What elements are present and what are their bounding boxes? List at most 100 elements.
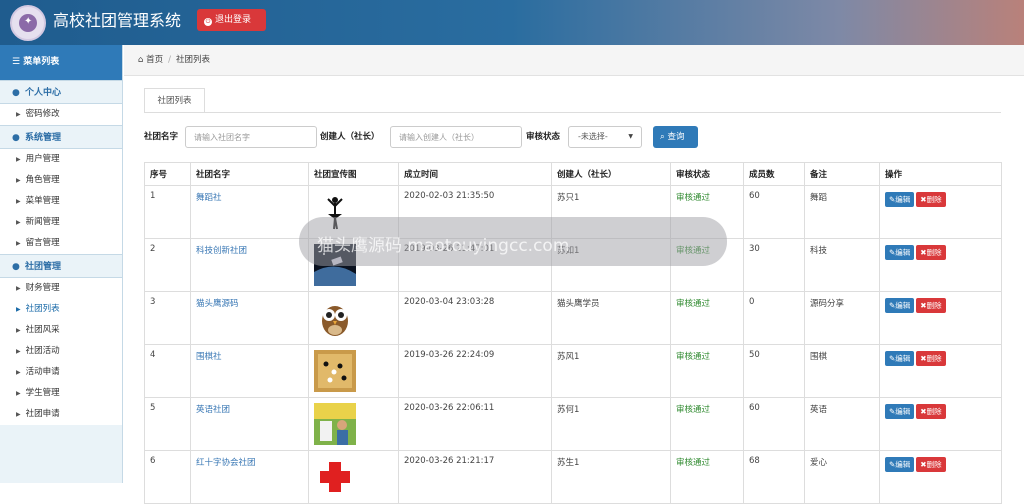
menu-group-0[interactable]: ● 个人中心: [0, 80, 122, 104]
remark: 爱心: [804, 450, 880, 504]
edit-label: 编辑: [895, 301, 911, 310]
row-number: 1: [144, 185, 191, 239]
list-icon: ☰: [12, 57, 21, 67]
delete-button[interactable]: ✖删除: [916, 351, 946, 366]
member-count: 30: [743, 238, 805, 292]
edit-label: 编辑: [895, 460, 911, 469]
menu-groups: ● 个人中心 ▶ 密码修改 ● 系统管理 ▶ 用户管理 ▶ 角色管理 ▶ 菜单管理 ▶ 新闻管理 ▶ 留言管理…: [0, 80, 122, 425]
power-icon: ⏻: [204, 18, 212, 26]
member-count: 0: [743, 291, 805, 345]
club-name-input[interactable]: [185, 126, 317, 148]
review-status: 审核通过: [670, 344, 744, 398]
club-poster-cell: [308, 344, 399, 398]
sidebar-item[interactable]: ▶ 社团列表: [0, 299, 122, 320]
sidebar-item[interactable]: ▶ 留言管理: [0, 233, 122, 254]
caret-right-icon: ▶: [16, 285, 21, 292]
sidebar-item[interactable]: ▶ 新闻管理: [0, 212, 122, 233]
club-name-link[interactable]: 红十字协会社团: [190, 450, 309, 504]
caret-right-icon: ▶: [16, 156, 21, 163]
club-poster-image: [314, 350, 356, 392]
breadcrumb-current: 社团列表: [176, 55, 211, 65]
sidebar-item[interactable]: ▶ 活动申请: [0, 362, 122, 383]
delete-label: 删除: [926, 301, 942, 310]
row-number: 4: [144, 344, 191, 398]
edit-button[interactable]: ✎编辑: [885, 298, 915, 313]
caret-right-icon: ▶: [16, 177, 21, 184]
club-poster-image: [314, 297, 356, 339]
user-icon: ●: [12, 88, 20, 98]
home-icon: ⌂: [138, 55, 144, 65]
sidebar-item[interactable]: ▶ 社团风采: [0, 320, 122, 341]
column-header: 成员数: [743, 162, 805, 186]
delete-button[interactable]: ✖删除: [916, 245, 946, 260]
founded-date: 2020-03-26 22:06:11: [398, 397, 552, 451]
club-name-link[interactable]: 英语社团: [190, 397, 309, 451]
remark: 源码分享: [804, 291, 880, 345]
sidebar-item[interactable]: ▶ 社团申请: [0, 404, 122, 425]
caret-right-icon: ▶: [16, 111, 21, 118]
menu-group-label: 系统管理: [25, 133, 62, 143]
breadcrumb: ⌂ 首页 / 社团列表: [124, 45, 1024, 76]
search-bar: 社团名字 创建人（社长） 审核状态 -未选择- ▼ ⌕ 查询: [144, 126, 1004, 148]
actions-cell: ✎编辑 ✖删除: [879, 397, 1002, 451]
main-content: ⌂ 首页 / 社团列表 社团列表 社团名字 创建人（社长） 审核状态 -未选择- ▼ …: [124, 45, 1024, 504]
status-select-value: -未选择-: [578, 132, 608, 141]
table-row: 6 红十字协会社团 2020-03-26 21:21:17 苏生1 审核通过 68 爱心 ✎编…: [144, 450, 1002, 504]
menu-group-label: 个人中心: [25, 88, 62, 98]
delete-button[interactable]: ✖删除: [916, 192, 946, 207]
founded-date: 2019-03-26 22:24:09: [398, 344, 552, 398]
creator-name: 猫头鹰学员: [551, 291, 671, 345]
club-name-link[interactable]: 围棋社: [190, 344, 309, 398]
sidebar-item-label: 留言管理: [25, 238, 60, 248]
table-header-row: 序号 社团名字 社团宣传图 成立时间 创建人（社长） 审核状态 成员数 备注 操作: [144, 162, 1002, 186]
club-poster-image: [314, 403, 356, 445]
menu-group-1[interactable]: ● 系统管理: [0, 125, 122, 149]
delete-button[interactable]: ✖删除: [916, 457, 946, 472]
edit-label: 编辑: [895, 195, 911, 204]
edit-button[interactable]: ✎编辑: [885, 404, 915, 419]
chevron-down-icon: ▼: [628, 133, 633, 140]
edit-label: 编辑: [895, 248, 911, 257]
review-status: 审核通过: [670, 397, 744, 451]
sidebar-item[interactable]: ▶ 菜单管理: [0, 191, 122, 212]
sidebar-item[interactable]: ▶ 财务管理: [0, 278, 122, 299]
review-status: 审核通过: [670, 450, 744, 504]
sidebar-item[interactable]: ▶ 社团活动: [0, 341, 122, 362]
menu-group-2[interactable]: ● 社团管理: [0, 254, 122, 278]
tab-club-list[interactable]: 社团列表: [144, 88, 205, 113]
sidebar-item[interactable]: ▶ 密码修改: [0, 104, 122, 125]
actions-cell: ✎编辑 ✖删除: [879, 238, 1002, 292]
university-logo: ✦: [10, 5, 46, 41]
sidebar-item[interactable]: ▶ 用户管理: [0, 149, 122, 170]
row-number: 2: [144, 238, 191, 292]
edit-button[interactable]: ✎编辑: [885, 457, 915, 472]
caret-right-icon: ▶: [16, 306, 21, 313]
logout-button[interactable]: ⏻ 退出登录: [197, 9, 266, 31]
search-button[interactable]: ⌕ 查询: [653, 126, 698, 148]
watermark-text: 猫头鹰源码 maotouyingcc.com: [317, 236, 570, 256]
delete-label: 删除: [926, 248, 942, 257]
status-select[interactable]: -未选择- ▼: [568, 126, 642, 148]
club-name-link[interactable]: 猫头鹰源码: [190, 291, 309, 345]
delete-button[interactable]: ✖删除: [916, 404, 946, 419]
sidebar-item[interactable]: ▶ 角色管理: [0, 170, 122, 191]
sidebar-item[interactable]: ▶ 学生管理: [0, 383, 122, 404]
club-name-link[interactable]: 舞蹈社: [190, 185, 309, 239]
edit-button[interactable]: ✎编辑: [885, 351, 915, 366]
search-button-label: 查询: [667, 132, 685, 142]
actions-cell: ✎编辑 ✖删除: [879, 185, 1002, 239]
top-header: ✦ 高校社团管理系统 ⏻ 退出登录: [0, 0, 1024, 45]
breadcrumb-home[interactable]: 首页: [146, 55, 163, 65]
edit-button[interactable]: ✎编辑: [885, 245, 915, 260]
caret-right-icon: ▶: [16, 411, 21, 418]
club-poster-cell: [308, 291, 399, 345]
club-name-link[interactable]: 科技创新社团: [190, 238, 309, 292]
caret-right-icon: ▶: [16, 240, 21, 247]
delete-button[interactable]: ✖删除: [916, 298, 946, 313]
member-count: 68: [743, 450, 805, 504]
sidebar-item-label: 新闻管理: [25, 217, 60, 227]
column-header: 序号: [144, 162, 191, 186]
creator-input[interactable]: [390, 126, 522, 148]
row-number: 5: [144, 397, 191, 451]
edit-button[interactable]: ✎编辑: [885, 192, 915, 207]
